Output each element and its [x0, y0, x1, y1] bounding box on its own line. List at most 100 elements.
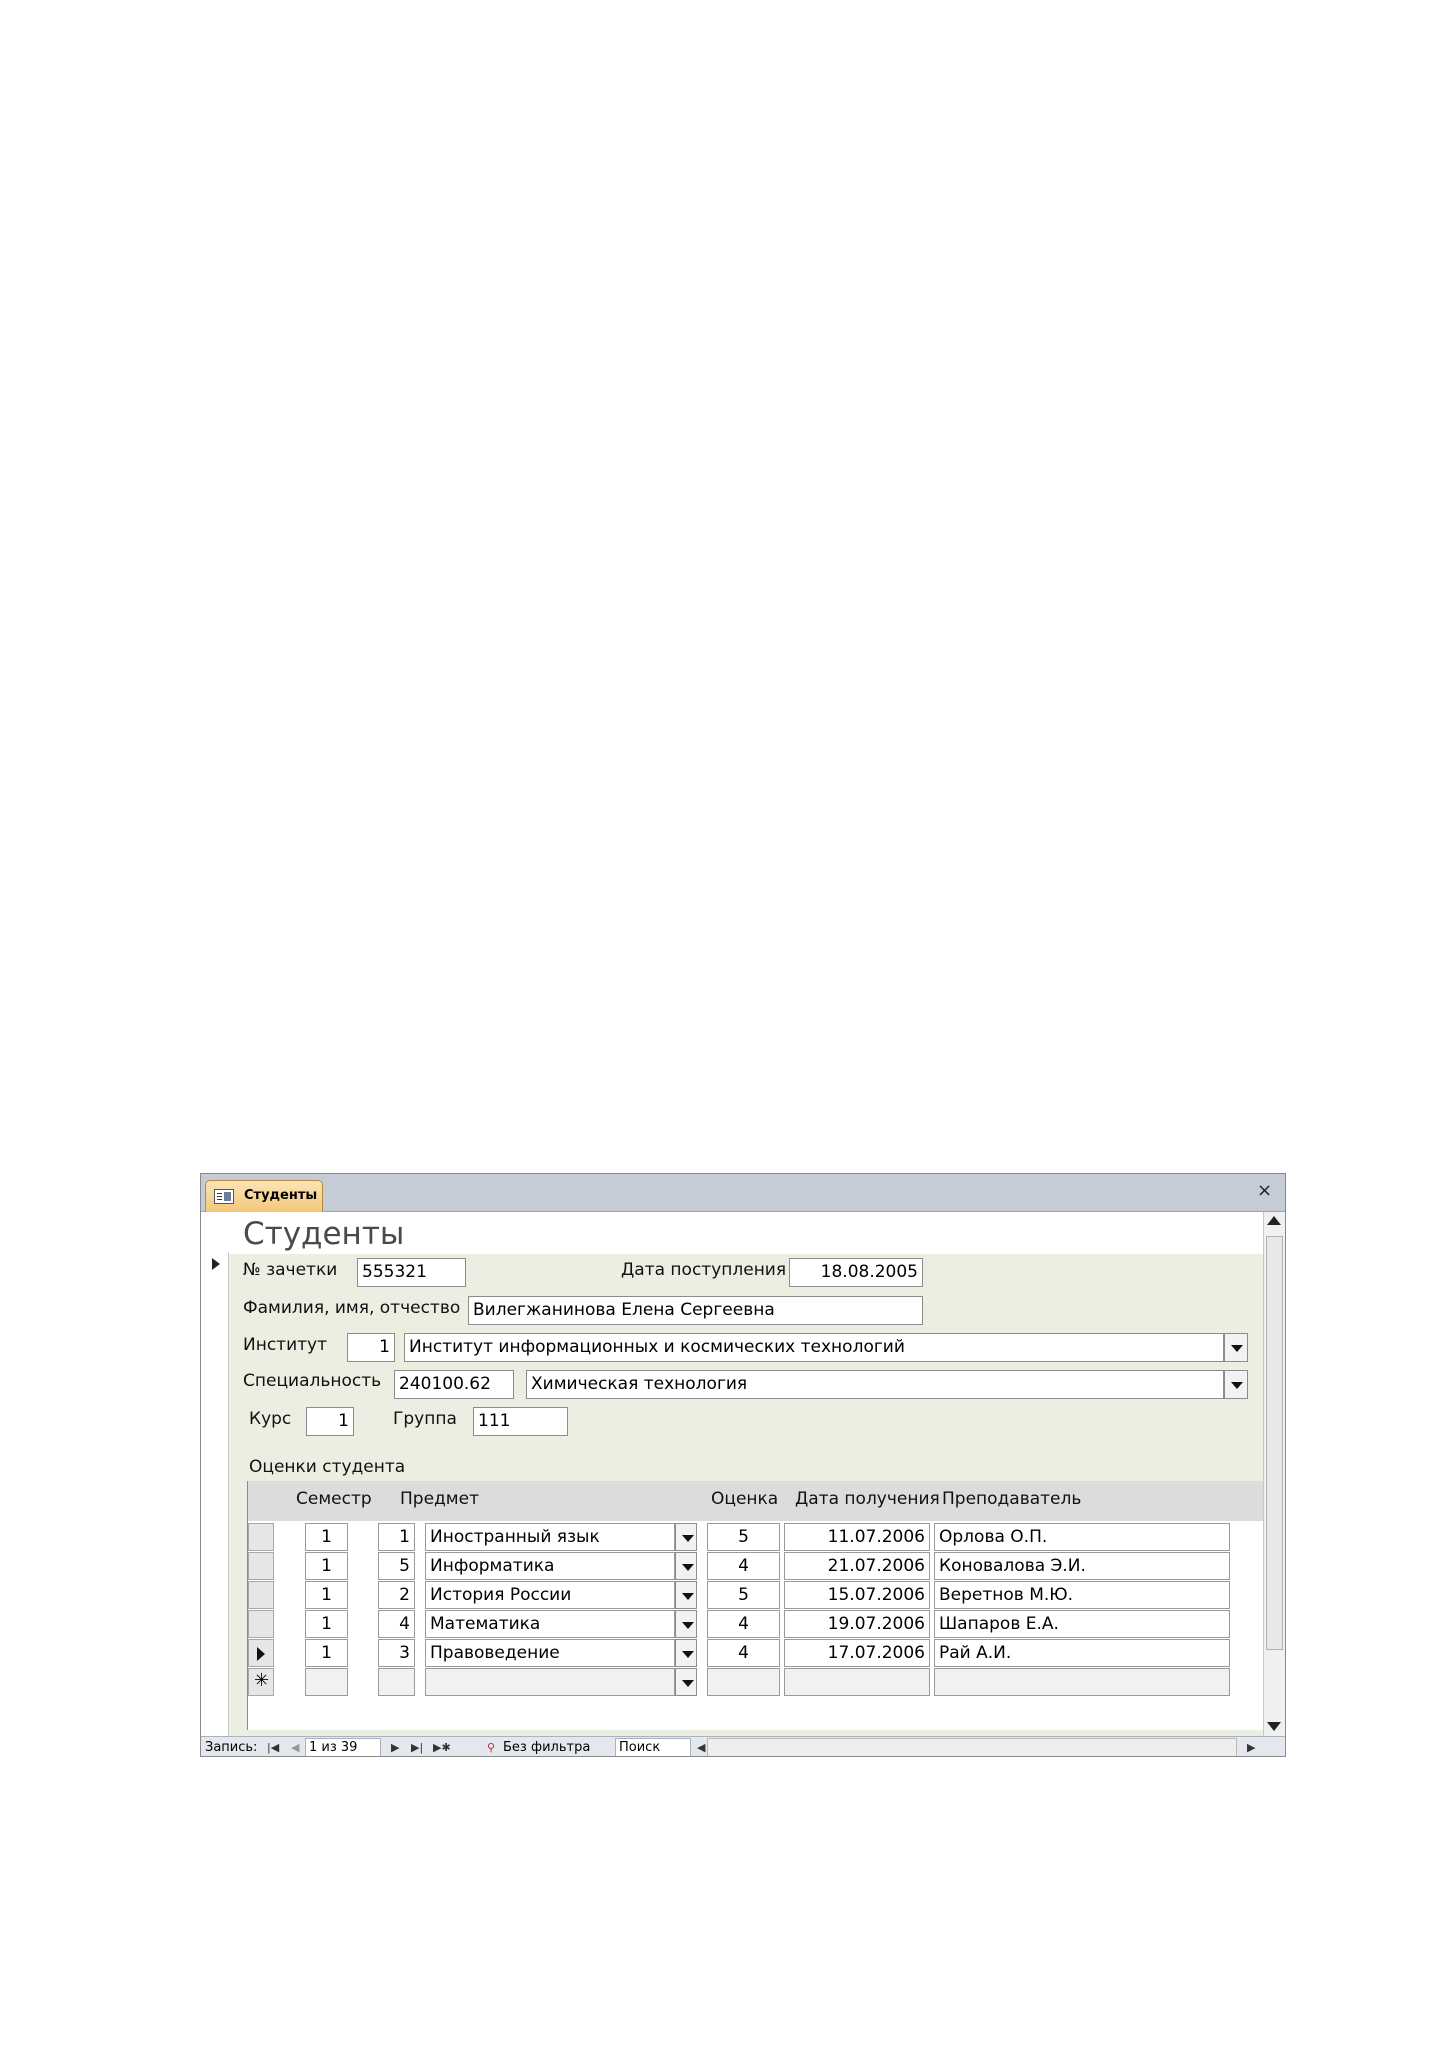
first-record-icon[interactable]: |◀	[267, 1741, 279, 1754]
current-row-icon	[257, 1647, 265, 1661]
specialty-dropdown-button[interactable]	[1224, 1370, 1248, 1399]
form-window: Студенты × Студенты № зачетки 555321 Дат…	[200, 1173, 1286, 1757]
date-cell[interactable]: 19.07.2006	[784, 1610, 930, 1638]
teacher-cell[interactable]: Рай А.И.	[934, 1639, 1230, 1667]
subject-cell[interactable]: Математика	[425, 1610, 675, 1638]
subform-header-row: Семестр Предмет Оценка Дата получения Пр…	[248, 1481, 1264, 1521]
teacher-cell[interactable]: Орлова О.П.	[934, 1523, 1230, 1551]
subject-code-cell[interactable]: 5	[378, 1552, 415, 1580]
subject-code-cell[interactable]: 2	[378, 1581, 415, 1609]
record-no-field[interactable]: 555321	[357, 1258, 466, 1287]
next-record-icon[interactable]: ▶	[391, 1741, 399, 1754]
new-record-icon: ✳	[254, 1670, 270, 1691]
scroll-right-icon[interactable]: ▶	[1247, 1741, 1255, 1754]
new-record-icon[interactable]: ▶✱	[433, 1741, 451, 1754]
filter-icon: ⚲	[487, 1741, 496, 1754]
grade-cell[interactable]: 4	[707, 1639, 780, 1667]
teacher-cell[interactable]	[934, 1668, 1230, 1696]
semester-cell[interactable]: 1	[305, 1581, 348, 1609]
horizontal-scrollbar[interactable]	[707, 1738, 1237, 1756]
grade-cell[interactable]: 4	[707, 1610, 780, 1638]
scroll-thumb[interactable]	[1266, 1236, 1283, 1650]
specialty-name-field[interactable]: Химическая технология	[526, 1370, 1224, 1399]
subject-cell[interactable]: Иностранный язык	[425, 1523, 675, 1551]
admission-date-field[interactable]: 18.08.2005	[789, 1258, 923, 1287]
subject-code-cell[interactable]: 3	[378, 1639, 415, 1667]
institute-dropdown-button[interactable]	[1224, 1333, 1248, 1362]
teacher-cell[interactable]: Шапаров Е.А.	[934, 1610, 1230, 1638]
semester-cell[interactable]: 1	[305, 1639, 348, 1667]
column-header[interactable]: Дата получения	[795, 1489, 940, 1509]
vertical-scrollbar[interactable]	[1263, 1212, 1285, 1736]
row-selector[interactable]	[248, 1552, 274, 1580]
subject-dropdown-button[interactable]	[675, 1552, 697, 1580]
course-field[interactable]: 1	[306, 1407, 354, 1436]
previous-record-icon[interactable]: ◀	[291, 1741, 299, 1754]
grade-cell[interactable]: 4	[707, 1552, 780, 1580]
tab-students[interactable]: Студенты	[205, 1180, 323, 1212]
subject-cell[interactable]: История России	[425, 1581, 675, 1609]
subject-cell[interactable]: Правоведение	[425, 1639, 675, 1667]
subject-cell[interactable]	[425, 1668, 675, 1696]
fio-field[interactable]: Вилегжанинова Елена Сергеевна	[468, 1296, 923, 1325]
institute-label: Институт	[243, 1335, 327, 1355]
column-header[interactable]: Семестр	[296, 1489, 372, 1509]
column-header[interactable]: Оценка	[711, 1489, 778, 1509]
subject-dropdown-button[interactable]	[675, 1523, 697, 1551]
admission-date-label: Дата поступления	[621, 1260, 787, 1280]
semester-cell[interactable]	[305, 1668, 348, 1696]
subject-code-cell[interactable]: 4	[378, 1610, 415, 1638]
semester-cell[interactable]: 1	[305, 1552, 348, 1580]
filter-toggle[interactable]: Без фильтра	[503, 1740, 590, 1755]
grade-cell[interactable]: 5	[707, 1581, 780, 1609]
tab-label: Студенты	[244, 1188, 318, 1203]
record-label: Запись:	[205, 1740, 258, 1755]
scroll-left-icon[interactable]: ◀	[697, 1741, 705, 1754]
record-selector[interactable]	[205, 1252, 229, 1736]
date-cell[interactable]: 21.07.2006	[784, 1552, 930, 1580]
fio-label: Фамилия, имя, отчество	[243, 1298, 461, 1318]
institute-name-field[interactable]: Институт информационных и космических те…	[404, 1333, 1224, 1362]
date-cell[interactable]	[784, 1668, 930, 1696]
grade-cell[interactable]: 5	[707, 1523, 780, 1551]
group-label: Группа	[393, 1409, 457, 1429]
current-record-icon	[212, 1258, 220, 1270]
semester-cell[interactable]: 1	[305, 1610, 348, 1638]
grade-cell[interactable]	[707, 1668, 780, 1696]
subject-code-cell[interactable]: 1	[378, 1523, 415, 1551]
date-cell[interactable]: 17.07.2006	[784, 1639, 930, 1667]
teacher-cell[interactable]: Веретнов М.Ю.	[934, 1581, 1230, 1609]
subject-dropdown-button[interactable]	[675, 1581, 697, 1609]
subject-dropdown-button[interactable]	[675, 1639, 697, 1667]
column-header[interactable]: Предмет	[400, 1489, 479, 1509]
subject-dropdown-button[interactable]	[675, 1668, 697, 1696]
teacher-cell[interactable]: Коновалова Э.И.	[934, 1552, 1230, 1580]
scroll-down-icon[interactable]	[1267, 1722, 1281, 1731]
scroll-up-icon[interactable]	[1267, 1216, 1281, 1225]
group-field[interactable]: 111	[473, 1407, 568, 1436]
specialty-code-field[interactable]: 240100.62	[394, 1370, 514, 1399]
document-tab-bar: Студенты ×	[201, 1174, 1285, 1212]
institute-code-field[interactable]: 1	[347, 1333, 395, 1362]
row-selector[interactable]	[248, 1610, 274, 1638]
subject-cell[interactable]: Информатика	[425, 1552, 675, 1580]
table-row: 1 1 Иностранный язык 5 11.07.2006 Орлова…	[248, 1523, 1264, 1551]
subject-code-cell[interactable]	[378, 1668, 415, 1696]
row-selector[interactable]	[248, 1523, 274, 1551]
search-input[interactable]: Поиск	[615, 1738, 691, 1756]
row-selector[interactable]	[248, 1581, 274, 1609]
semester-cell[interactable]: 1	[305, 1523, 348, 1551]
close-icon[interactable]: ×	[1257, 1180, 1272, 1201]
record-position-field[interactable]: 1 из 39	[305, 1738, 381, 1756]
row-selector[interactable]	[248, 1639, 274, 1667]
date-cell[interactable]: 15.07.2006	[784, 1581, 930, 1609]
row-selector[interactable]: ✳	[248, 1668, 274, 1696]
subform-title: Оценки студента	[249, 1457, 406, 1477]
last-record-icon[interactable]: ▶|	[411, 1741, 423, 1754]
form-detail: № зачетки 555321 Дата поступления 18.08.…	[229, 1254, 1264, 1736]
record-no-label: № зачетки	[243, 1260, 338, 1280]
column-header[interactable]: Преподаватель	[942, 1489, 1081, 1509]
subject-dropdown-button[interactable]	[675, 1610, 697, 1638]
table-row: 1 5 Информатика 4 21.07.2006 Коновалова …	[248, 1552, 1264, 1580]
date-cell[interactable]: 11.07.2006	[784, 1523, 930, 1551]
